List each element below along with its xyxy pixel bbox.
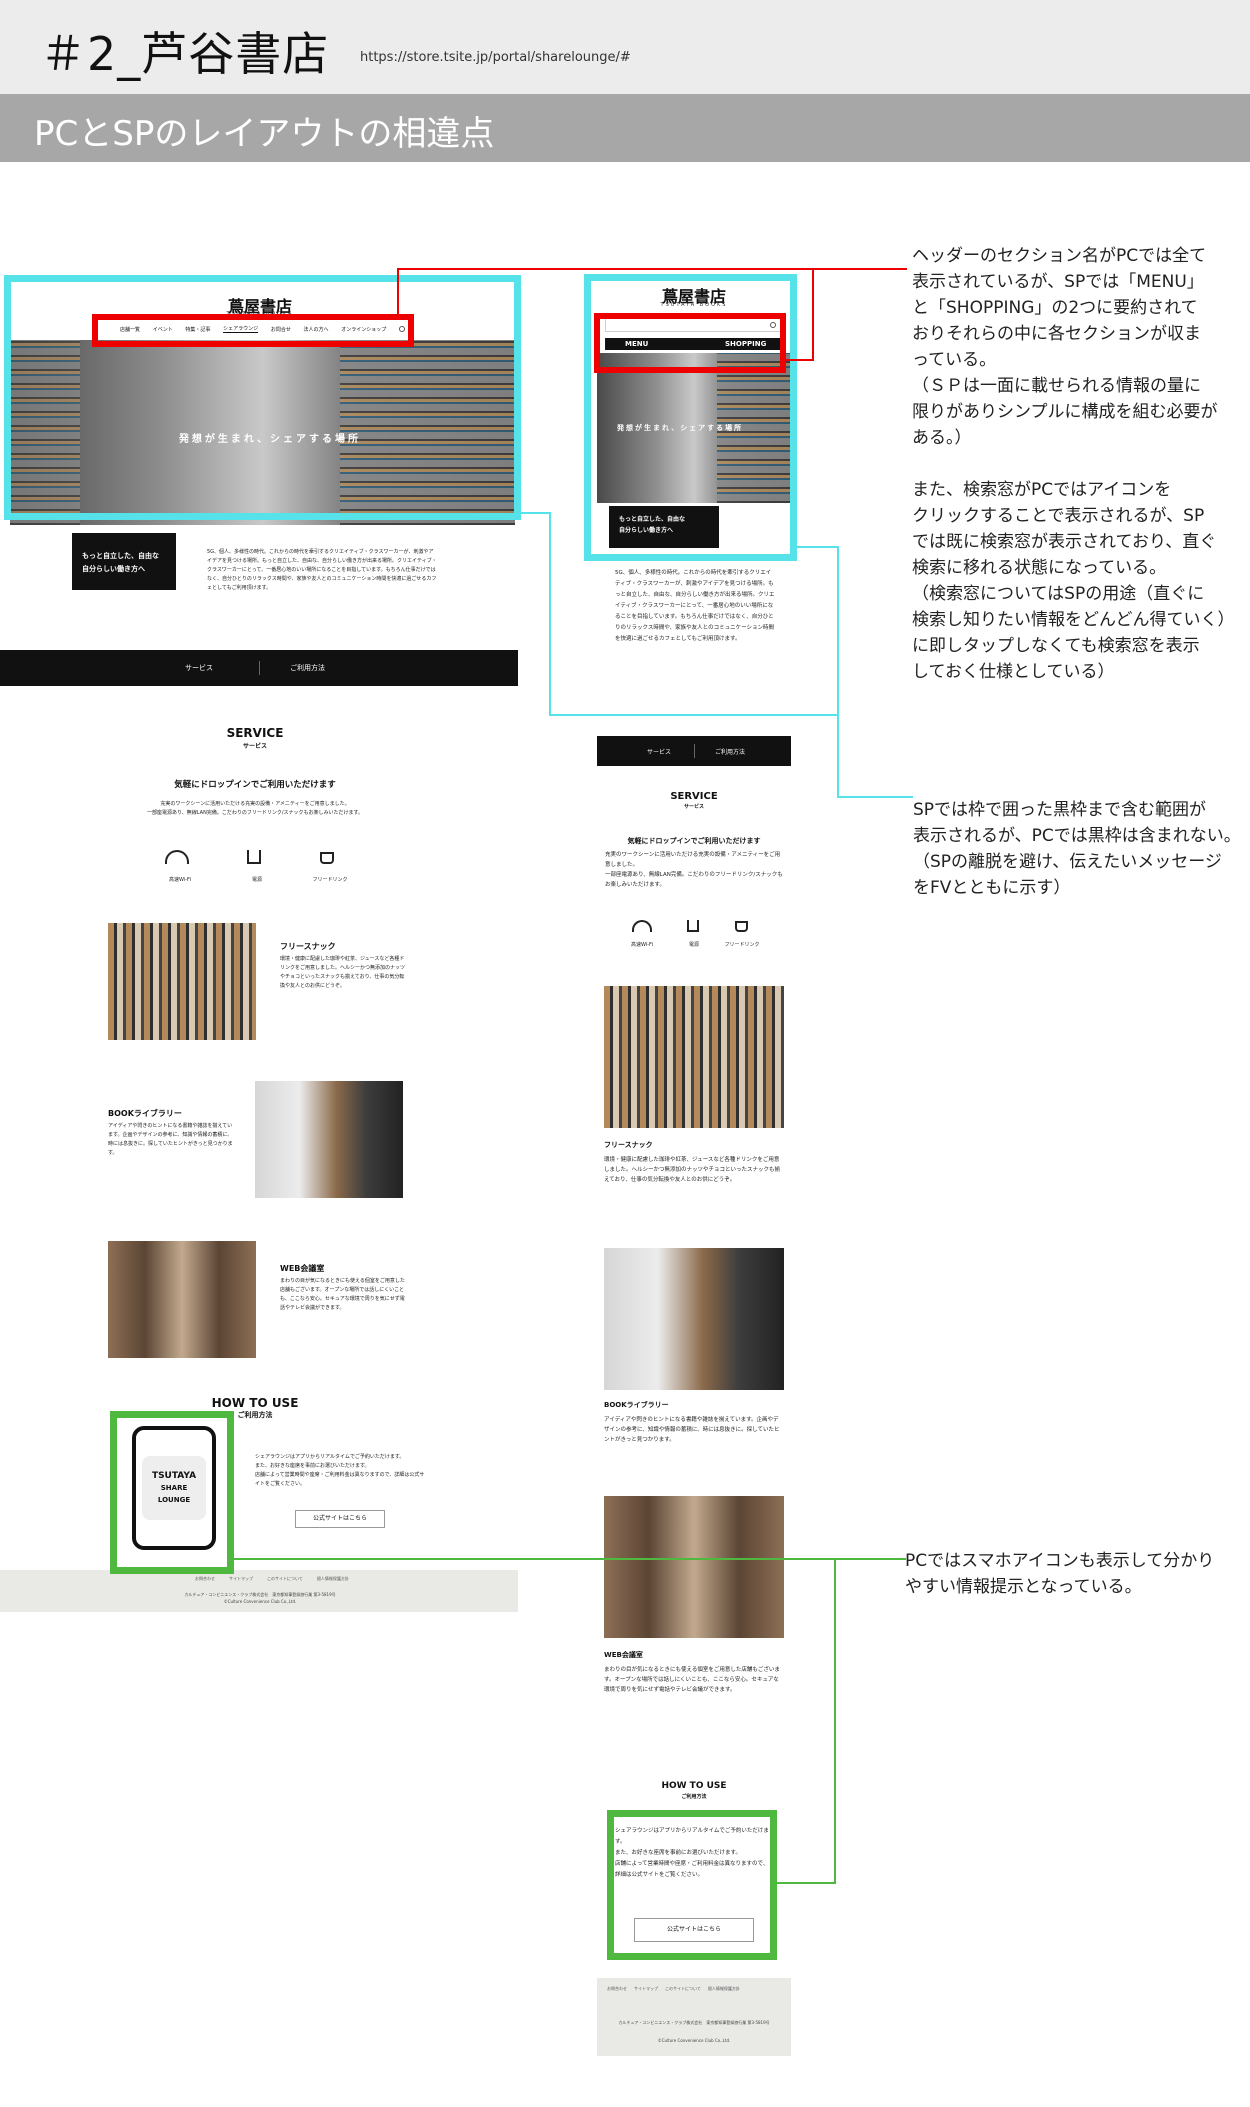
pc-phone-frame (110, 1411, 234, 1574)
pc-feature-image-webroom (108, 1241, 256, 1358)
cyan-connector (837, 796, 913, 798)
sp-tab-divider (694, 744, 695, 758)
red-connector (397, 268, 399, 316)
cyan-connector (521, 512, 551, 514)
sp-service-title: SERVICE (670, 791, 718, 802)
pc-tab-service[interactable]: サービス (185, 663, 213, 673)
sp-feature-title: フリースナック (604, 1141, 653, 1149)
plug-icon (247, 850, 261, 864)
sp-amenity-label: 高速Wi-Fi (631, 942, 653, 948)
sp-howto-title: HOW TO USE (661, 1781, 727, 1791)
pc-service-sub: サービス (242, 743, 267, 750)
note-phone-icon: PCではスマホアイコンも表示して分かり やすい情報提示となっている。 (905, 1551, 1215, 1597)
sp-tabs-bar: サービス ご利用方法 (597, 736, 791, 766)
sp-howto-sub: ご利用方法 (681, 1794, 707, 1800)
footer-link[interactable]: サイトマップ (229, 1576, 253, 1582)
pc-tab-divider (259, 661, 260, 675)
sp-howto-frame (607, 1810, 777, 1960)
cyan-connector (837, 546, 839, 798)
sp-feature-image-snack (604, 986, 784, 1128)
red-connector (812, 268, 814, 361)
wifi-icon (632, 920, 652, 932)
sp-feature-desc: まわりの目が気になるときにも使える個室をご用意した店舗もございます。オープンな場… (604, 1667, 780, 1693)
pc-official-site-button[interactable]: 公式サイトはこちら (295, 1510, 385, 1528)
section-title: PCとSPのレイアウトの相違点 (34, 114, 495, 154)
pc-feature-title: フリースナック (280, 942, 336, 951)
green-connector (234, 1558, 906, 1560)
cup-icon (320, 852, 334, 864)
sp-footer-copy: ©Culture Convenience Club Co.,Ltd. (657, 2038, 731, 2043)
pc-howto-desc: シェアラウンジはアプリからリアルタイムでご予約いただけます。 また、お好きな座席… (255, 1454, 425, 1487)
sp-feature-image-webroom (604, 1496, 784, 1638)
sp-feature-desc: 環境・健康に配慮した珈琲や紅茶、ジュースなど各種ドリンクをご用意しました。ヘルシ… (604, 1157, 781, 1183)
pc-amenity-label: 高速Wi-Fi (169, 877, 191, 883)
note-firstview: SPでは枠で囲った黒枠まで含む範囲が 表示されるが、PCでは黒枠は含まれない。 … (913, 800, 1241, 898)
pc-footer-company: カルチュア・コンビニエンス・クラブ株式会社 東京都知事登録旅行業 第3-5819… (184, 1592, 336, 1597)
sp-footer-links: お問合わせ サイトマップ このサイトについて 個人情報保護方針 (607, 1986, 740, 1992)
sp-service-sub: サービス (683, 804, 704, 810)
footer-link[interactable]: 個人情報保護方針 (708, 1986, 740, 1992)
pc-service-desc: 充実のワークシーンに活用いただける充実の設備・アメニティーをご用意しました。 一… (146, 801, 364, 816)
pc-nav-frame (92, 314, 414, 347)
footer-link[interactable]: このサイトについて (267, 1576, 303, 1582)
footer-link[interactable]: お問合わせ (607, 1986, 627, 1992)
sp-feature-title: BOOKライブラリー (604, 1401, 669, 1409)
footer-link[interactable]: サイトマップ (634, 1986, 658, 1992)
sp-nav-frame (594, 313, 786, 373)
sp-tab-service[interactable]: サービス (647, 747, 671, 756)
sp-amenity-label: 電源 (688, 942, 699, 948)
pc-amenity-label: フリードリンク (312, 877, 348, 883)
pc-feature-desc: まわりの目が気になるときにも使える個室をご用意した店舗もございます。オープンな場… (280, 1278, 405, 1311)
pc-service-lead: 気軽にドロップインでご利用いただけます (174, 780, 336, 790)
pc-tabs-bar: サービス ご利用方法 (0, 650, 518, 686)
pc-feature-image-library (255, 1081, 403, 1198)
green-connector (834, 1558, 836, 1884)
cyan-connector (797, 546, 839, 548)
pc-catch-box: もっと自立した、自由な 自分らしい働き方へ (72, 533, 176, 590)
sp-feature-title: WEB会議室 (604, 1651, 643, 1659)
pc-firstview-frame (4, 275, 521, 520)
green-connector (777, 1882, 836, 1884)
pc-service-title: SERVICE (226, 726, 284, 740)
sp-amenity-label: フリードリンク (724, 942, 760, 948)
note-header-nav: ヘッダーのセクション名がPCでは全て 表示されているが、SPでは「MENU」 と… (912, 246, 1235, 682)
pc-tab-howto[interactable]: ご利用方法 (290, 663, 325, 673)
pc-howto-title: HOW TO USE (211, 1396, 299, 1410)
cyan-connector (549, 512, 551, 716)
sp-feature-image-library (604, 1248, 784, 1390)
plug-icon (687, 920, 699, 932)
pc-amenity-label: 電源 (251, 877, 262, 883)
red-connector (786, 359, 814, 361)
sp-service-lead: 気軽にドロップインでご利用いただけます (627, 837, 761, 845)
pc-footer-links: お問合わせ サイトマップ このサイトについて 個人情報保護方針 (195, 1576, 349, 1582)
pc-footer: お問合わせ サイトマップ このサイトについて 個人情報保護方針 カルチュア・コン… (0, 1570, 518, 1612)
cup-icon (735, 921, 748, 932)
pc-feature-image-snack (108, 923, 256, 1040)
pc-feature-desc: アイディアや閃きのヒントになる書籍や雑誌を揃えています。企画やデザインの参考に、… (108, 1123, 233, 1156)
sp-intro-text: 5G、個人、多様性の時代。これからの時代を牽引するクリエイティブ・クラスワーカー… (615, 570, 775, 642)
page-title: ＃2_芦谷書店 (40, 27, 330, 81)
sp-footer: お問合わせ サイトマップ このサイトについて 個人情報保護方針 カルチュア・コン… (597, 1978, 791, 2056)
pc-feature-title: WEB会議室 (280, 1264, 325, 1273)
footer-link[interactable]: このサイトについて (665, 1986, 701, 1992)
pc-footer-copy: ©Culture Convenience Club Co.,Ltd. (223, 1599, 297, 1604)
wifi-icon (165, 850, 189, 864)
cyan-connector (549, 714, 839, 716)
footer-link[interactable]: 個人情報保護方針 (317, 1576, 349, 1582)
sp-service-desc: 充実のワークシーンに活用いただける充実の設備・アメニティーをご用意しました。 一… (605, 852, 783, 888)
page-url: https://store.tsite.jp/portal/shareloung… (360, 50, 631, 65)
pc-intro-text: 5G、個人、多様性の時代。これからの時代を牽引するクリエイティブ・クラスワーカー… (207, 549, 437, 591)
pc-feature-title: BOOKライブラリー (108, 1109, 182, 1118)
sp-feature-desc: アイディアや閃きのヒントになる書籍や雑誌を揃えています。企画やデザインの参考に、… (604, 1417, 780, 1443)
pc-feature-desc: 環境・健康に配慮した珈琲や紅茶、ジュースなど各種ドリンクをご用意しました。ヘルシ… (280, 956, 406, 989)
sp-footer-company: カルチュア・コンビニエンス・クラブ株式会社 東京都知事登録旅行業 第3-5819… (618, 2020, 770, 2025)
footer-link[interactable]: お問合わせ (195, 1576, 215, 1582)
sp-tab-howto[interactable]: ご利用方法 (715, 747, 745, 756)
red-connector (397, 268, 907, 270)
